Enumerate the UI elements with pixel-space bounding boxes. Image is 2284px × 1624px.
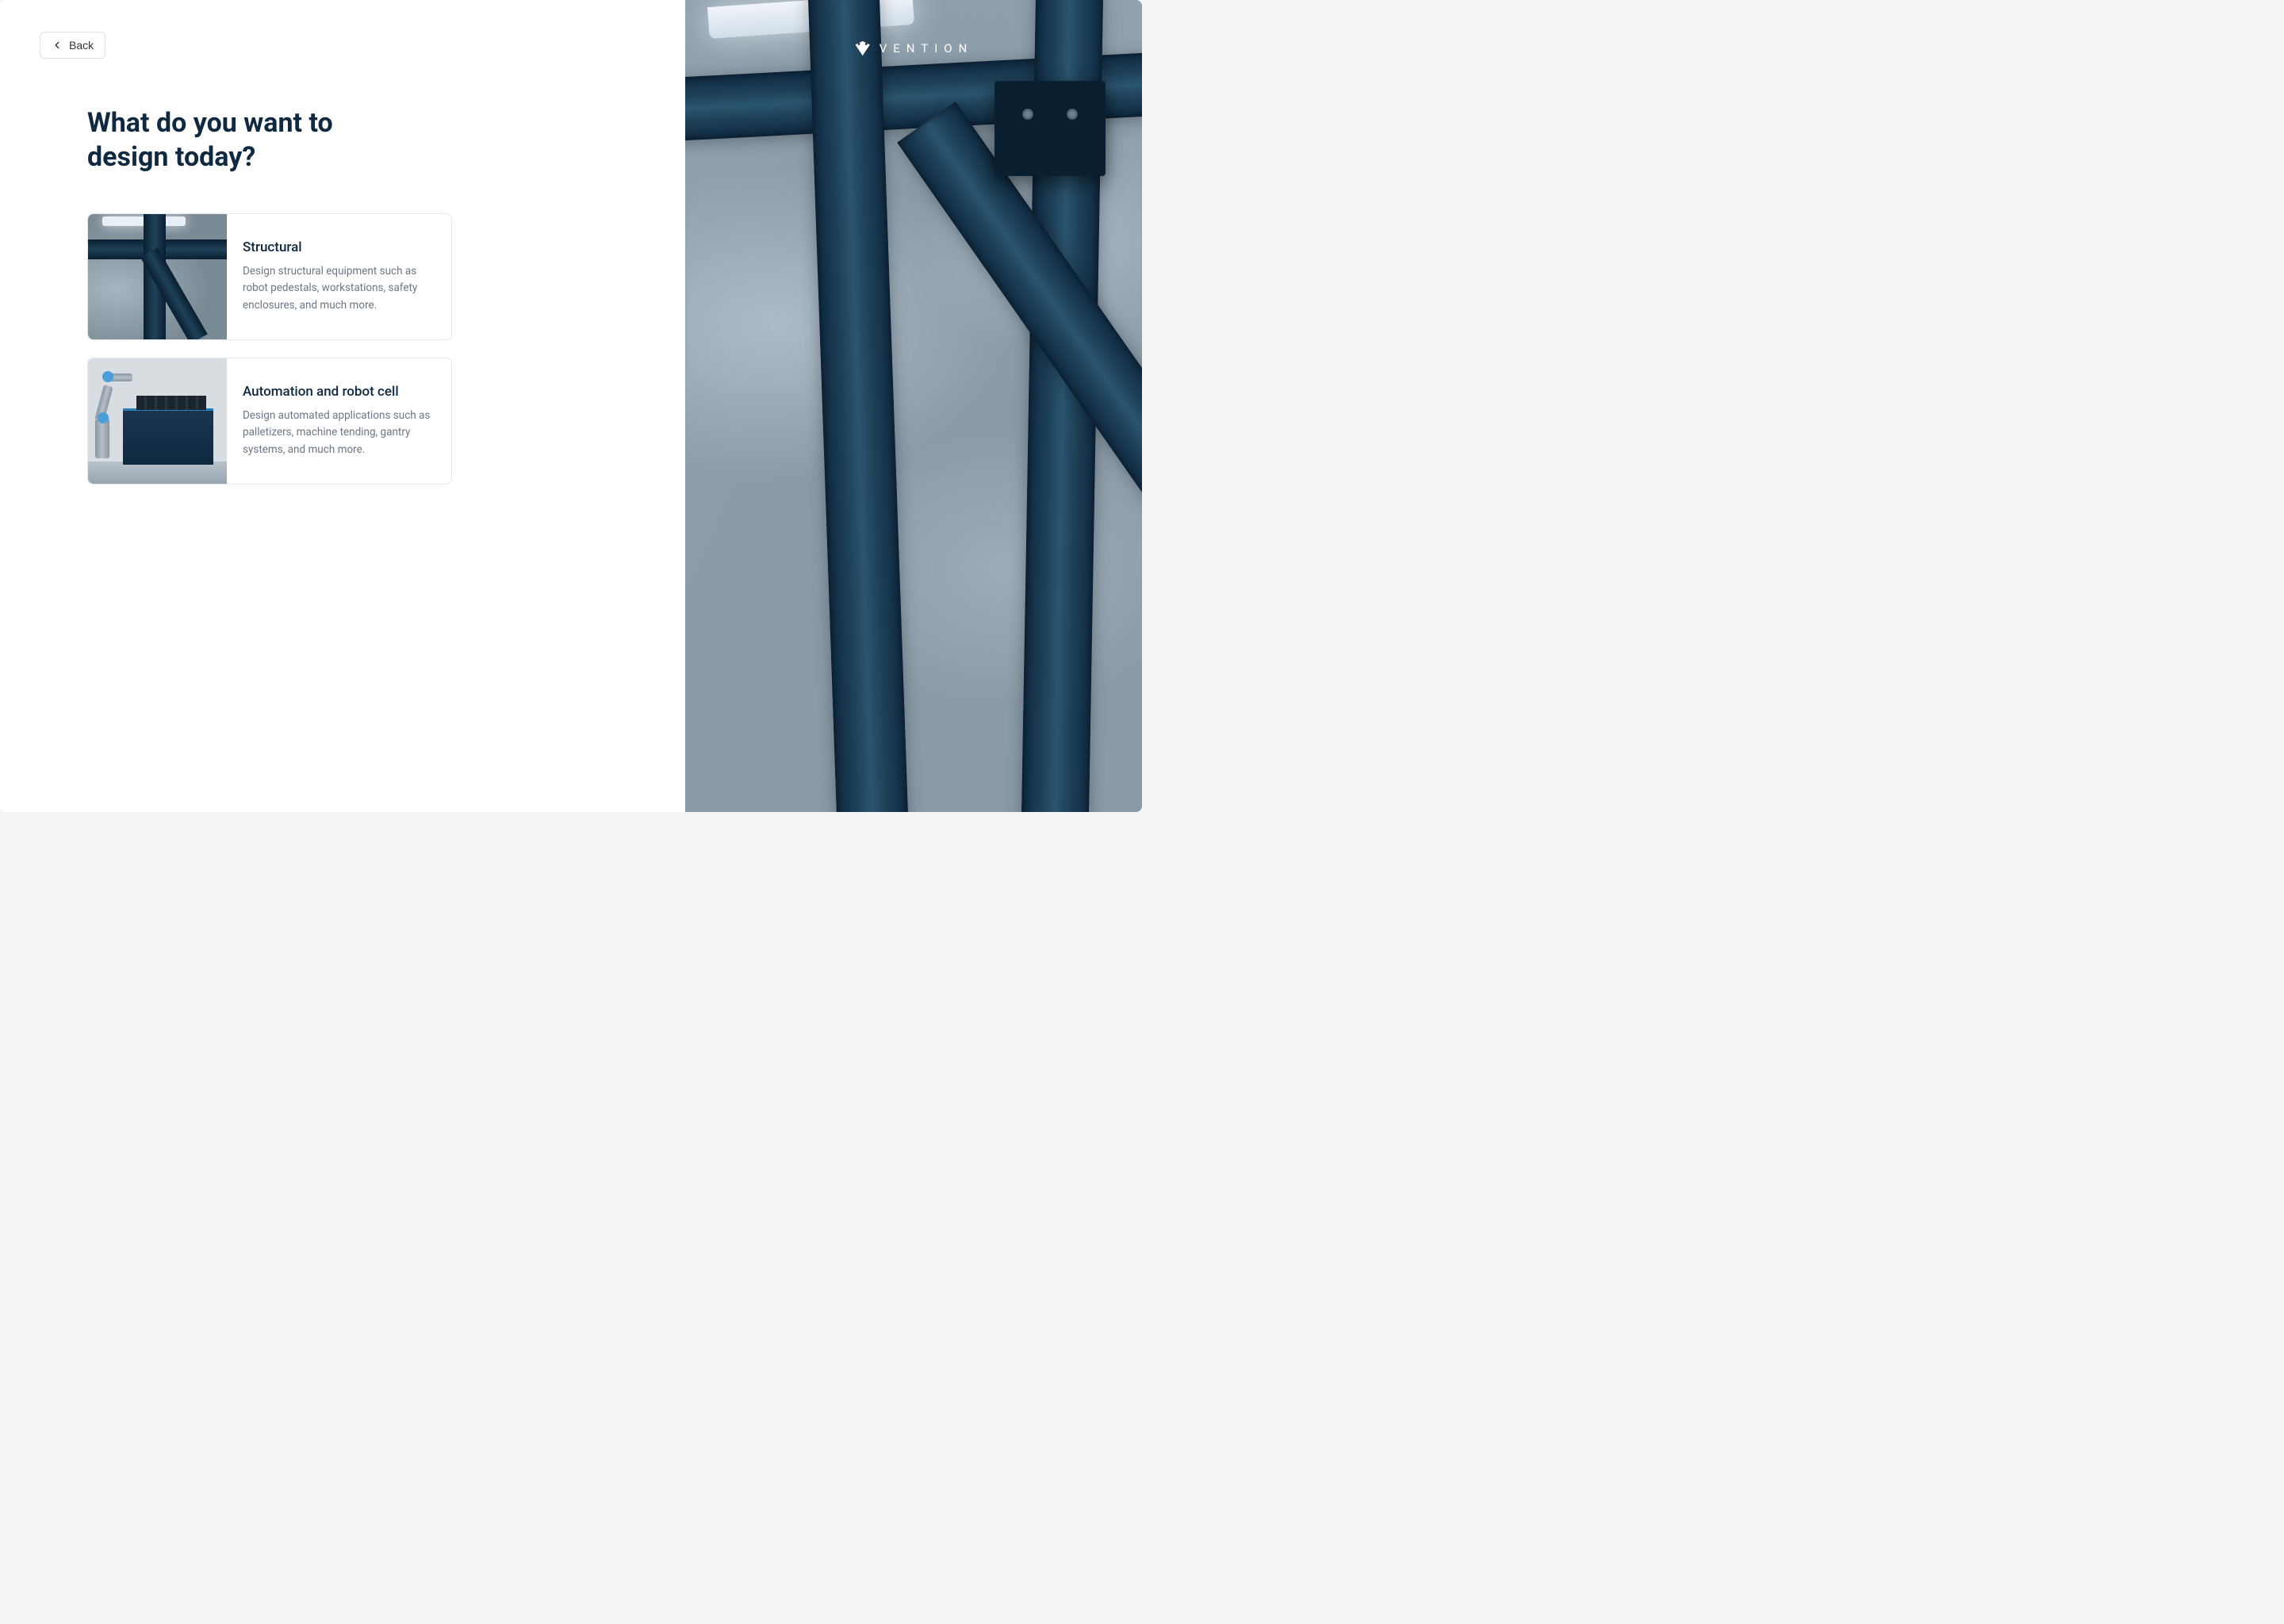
option-title: Automation and robot cell: [243, 384, 435, 400]
back-button-label: Back: [69, 39, 94, 52]
option-card-automation[interactable]: Automation and robot cell Design automat…: [87, 358, 452, 485]
page-title: What do you want to design today?: [87, 106, 420, 174]
option-description: Design structural equipment such as robo…: [243, 263, 435, 315]
brand-logo: VENTION: [854, 40, 974, 57]
option-content: Structural Design structural equipment s…: [227, 214, 451, 339]
option-content: Automation and robot cell Design automat…: [227, 358, 451, 484]
left-panel: Back What do you want to design today? S…: [0, 0, 685, 812]
option-card-structural[interactable]: Structural Design structural equipment s…: [87, 213, 452, 340]
option-description: Design automated applications such as pa…: [243, 408, 435, 459]
right-panel: VENTION: [685, 0, 1142, 812]
option-image-automation: [88, 358, 227, 484]
brand-name: VENTION: [879, 41, 974, 56]
option-image-structural: [88, 214, 227, 339]
main-container: Back What do you want to design today? S…: [0, 0, 1142, 812]
option-title: Structural: [243, 239, 435, 255]
vention-logo-icon: [854, 40, 872, 57]
back-button[interactable]: Back: [40, 32, 105, 59]
options-list: Structural Design structural equipment s…: [87, 213, 452, 485]
hero-image-background: [685, 0, 1142, 812]
chevron-left-icon: [52, 40, 63, 51]
